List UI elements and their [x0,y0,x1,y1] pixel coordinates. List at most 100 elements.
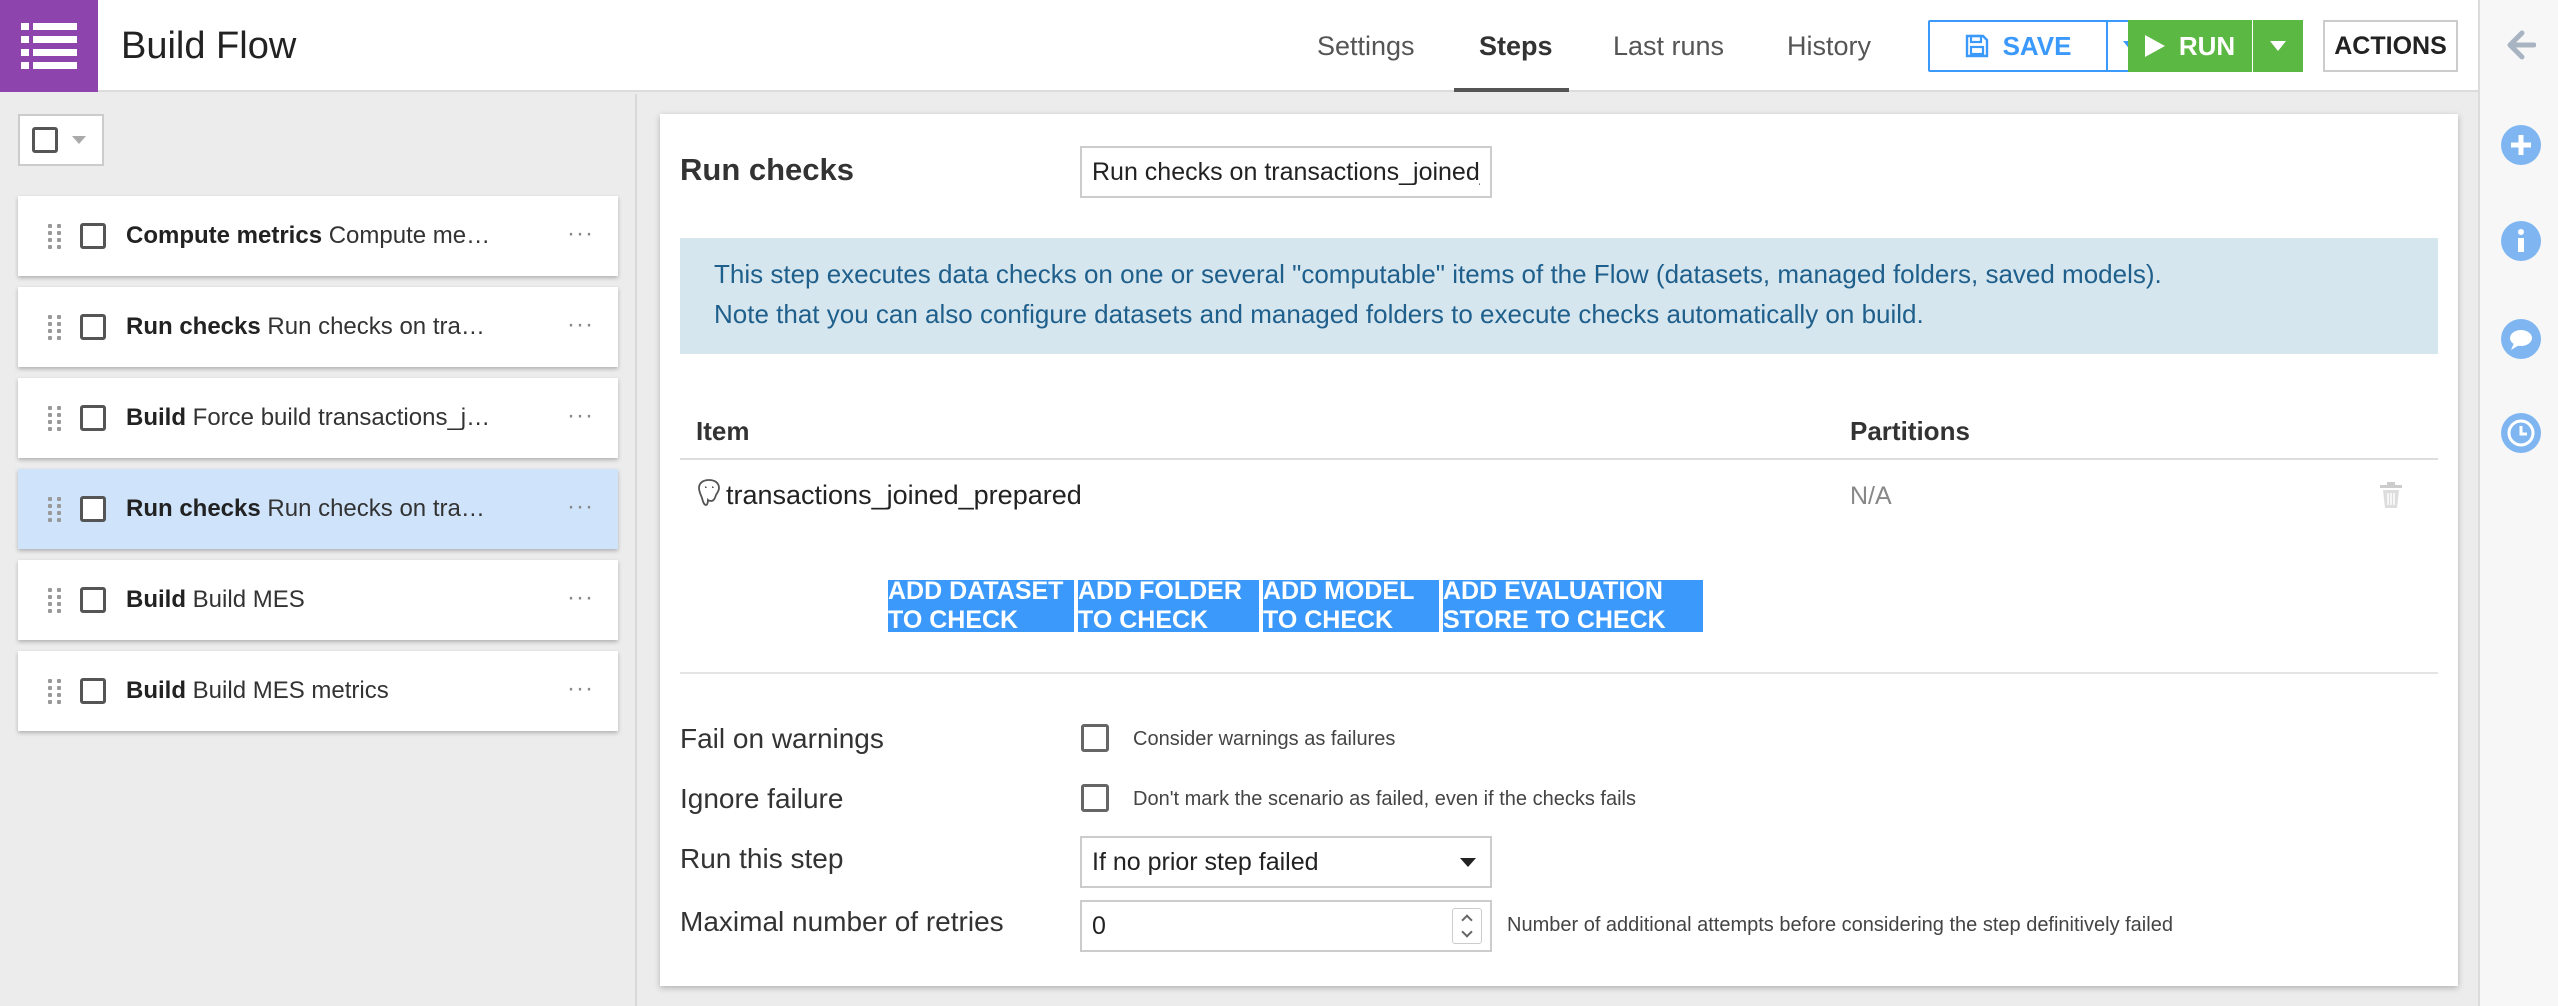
step-label: Compute metrics Compute metrics on trans… [126,222,496,250]
select-all-checkbox[interactable] [32,127,58,153]
run-this-step-value: If no prior step failed [1092,847,1319,876]
save-label: SAVE [2002,30,2072,61]
add-folder-button[interactable]: ADD FOLDER TO CHECK [1078,577,1259,634]
step-name: Compute metrics on transactions_joined_p… [328,222,496,249]
back-arrow-icon[interactable] [2500,24,2542,66]
step-label: Build Build MES metrics [126,677,496,705]
step-item-selected[interactable]: Run checks Run checks on transactions_jo… [18,469,618,549]
number-stepper[interactable] [1452,908,1482,944]
step-name: Build MES metrics [192,677,389,704]
add-icon[interactable] [2500,124,2542,166]
column-header-item: Item [696,416,750,446]
column-header-partitions: Partitions [1850,416,1970,446]
step-item[interactable]: Build Force build transactions_joined_pr… [18,378,618,458]
max-retries-input[interactable]: 0 [1080,900,1492,952]
drag-handle-icon[interactable] [48,587,62,613]
step-type: Build [126,677,186,704]
floppy-disk-icon [1965,34,1988,58]
add-model-button[interactable]: ADD MODEL TO CHECK [1263,577,1439,634]
tab-last-runs[interactable]: Last runs [1613,26,1724,66]
step-checkbox[interactable] [80,314,106,340]
step-label: Build Build MES [126,586,496,614]
tab-history[interactable]: History [1787,26,1871,66]
run-this-step-select[interactable]: If no prior step failed [1080,836,1492,888]
postgresql-icon [698,479,720,506]
steps-list-panel: Compute metrics Compute metrics on trans… [0,94,637,1006]
right-rail [2478,0,2558,1006]
step-checkbox[interactable] [80,405,106,431]
info-line-2: Note that you can also configure dataset… [714,299,1924,329]
active-tab-indicator [1454,88,1569,92]
drag-handle-icon[interactable] [48,678,62,704]
more-options-icon[interactable]: ··· [567,220,594,248]
more-options-icon[interactable]: ··· [567,493,594,521]
drag-handle-icon[interactable] [48,496,62,522]
step-checkbox[interactable] [80,223,106,249]
actions-button[interactable]: ACTIONS [2323,20,2458,72]
drag-handle-icon[interactable] [48,314,62,340]
step-type: Build [126,404,186,431]
step-name-input[interactable] [1080,146,1492,198]
add-dataset-button[interactable]: ADD DATASET TO CHECK [888,577,1074,634]
fail-on-warnings-desc: Consider warnings as failures [1133,728,1396,750]
top-header: Build Flow Settings Steps Last runs Hist… [0,0,2478,92]
play-icon [2144,35,2165,57]
caret-down-icon [1460,858,1476,867]
clock-icon[interactable] [2500,412,2542,454]
step-type: Build [126,586,186,613]
caret-down-icon [2270,41,2286,51]
save-button[interactable]: SAVE [1928,20,2108,72]
more-options-icon[interactable]: ··· [567,402,594,430]
run-this-step-label: Run this step [680,843,844,874]
table-row: transactions_joined_prepared N/A [680,464,2438,530]
more-options-icon[interactable]: ··· [567,311,594,339]
more-options-icon[interactable]: ··· [567,675,594,703]
max-retries-label: Maximal number of retries [680,906,1004,937]
step-type: Run checks [126,495,261,522]
step-detail-title: Run checks [680,152,855,187]
info-box: This step executes data checks on one or… [680,238,2438,354]
fail-on-warnings-label: Fail on warnings [680,723,884,754]
step-item[interactable]: Run checks Run checks on transactions_jo… [18,287,618,367]
divider [680,672,2438,674]
run-dropdown-button[interactable] [2253,20,2303,72]
step-item[interactable]: Build Build MES metrics ··· [18,651,618,731]
max-retries-value: 0 [1092,911,1106,940]
ignore-failure-checkbox[interactable] [1081,784,1109,812]
step-label: Build Force build transactions_joined_pr… [126,404,496,432]
step-checkbox[interactable] [80,496,106,522]
tab-steps[interactable]: Steps [1479,26,1553,66]
run-button[interactable]: RUN [2128,20,2252,72]
step-checkbox[interactable] [80,587,106,613]
list-menu-icon[interactable] [0,0,98,92]
add-evaluation-store-button[interactable]: ADD EVALUATION STORE TO CHECK [1443,577,1703,634]
step-item[interactable]: Build Build MES ··· [18,560,618,640]
drag-handle-icon[interactable] [48,405,62,431]
ignore-failure-desc: Don't mark the scenario as failed, even … [1133,788,1636,810]
page-title: Build Flow [121,25,297,67]
info-icon[interactable] [2500,220,2542,262]
ignore-failure-label: Ignore failure [680,783,844,814]
step-type: Compute metrics [126,222,323,249]
run-label: RUN [2178,30,2236,61]
drag-handle-icon[interactable] [48,223,62,249]
chat-icon[interactable] [2500,318,2542,360]
step-name: Build MES [192,586,305,613]
step-detail-panel: Run checks This step executes data check… [660,114,2458,986]
item-name: transactions_joined_prepared [726,480,1082,510]
more-options-icon[interactable]: ··· [567,584,594,612]
step-name: Force build transactions_joined_prepared [192,404,496,431]
fail-on-warnings-checkbox[interactable] [1081,724,1109,752]
tab-settings[interactable]: Settings [1317,26,1415,66]
step-label: Run checks Run checks on transactions_jo… [126,495,496,523]
step-item[interactable]: Compute metrics Compute metrics on trans… [18,196,618,276]
max-retries-desc: Number of additional attempts before con… [1507,914,2173,936]
caret-down-icon [72,136,86,144]
step-name: Run checks on transactions_joined_prepar… [267,313,496,340]
step-checkbox[interactable] [80,678,106,704]
trash-icon[interactable] [2380,482,2402,508]
info-line-1: This step executes data checks on one or… [714,259,2162,289]
item-partitions: N/A [1850,482,1892,510]
items-table-header: Item Partitions [680,404,2438,460]
select-all-dropdown[interactable] [18,114,104,166]
